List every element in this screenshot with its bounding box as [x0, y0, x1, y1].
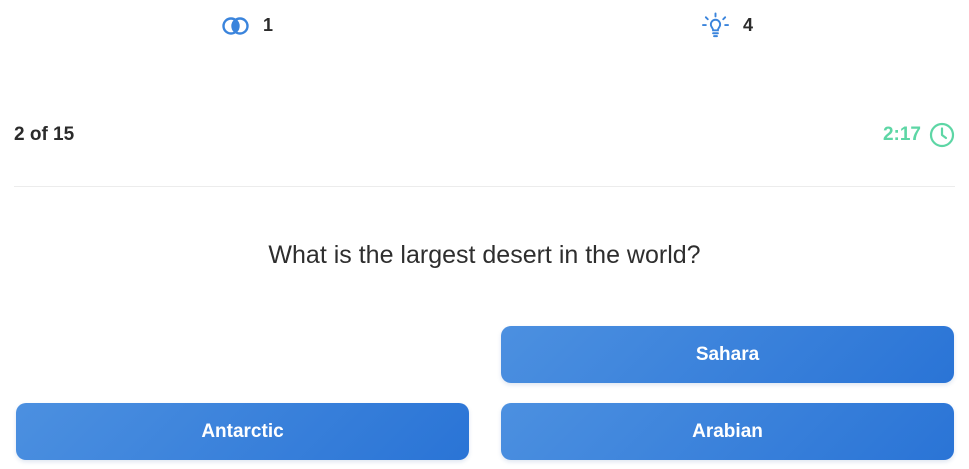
timer-value: 2:17 [882, 124, 921, 145]
question-text: What is the largest desert in the world? [268, 241, 701, 269]
answer-button-antarctic[interactable]: Antarctic [16, 403, 469, 460]
hint-count: 4 [743, 15, 754, 35]
hint-lifeline[interactable]: 4 [702, 12, 753, 39]
clock-icon [929, 122, 955, 148]
fifty-fifty-count: 1 [263, 15, 274, 35]
lightbulb-icon [702, 12, 729, 39]
fifty-fifty-icon [222, 12, 249, 39]
question-progress: 2 of 15 [14, 124, 75, 145]
divider [14, 186, 955, 187]
countdown-timer: 2:17 [883, 122, 955, 148]
fifty-fifty-lifeline[interactable]: 1 [222, 12, 273, 39]
quiz-screen: 1 4 2 of 15 2:17 What is the largest des… [0, 0, 969, 469]
answer-button-sahara[interactable]: Sahara [501, 326, 954, 383]
answer-button-arabian[interactable]: Arabian [501, 403, 954, 460]
